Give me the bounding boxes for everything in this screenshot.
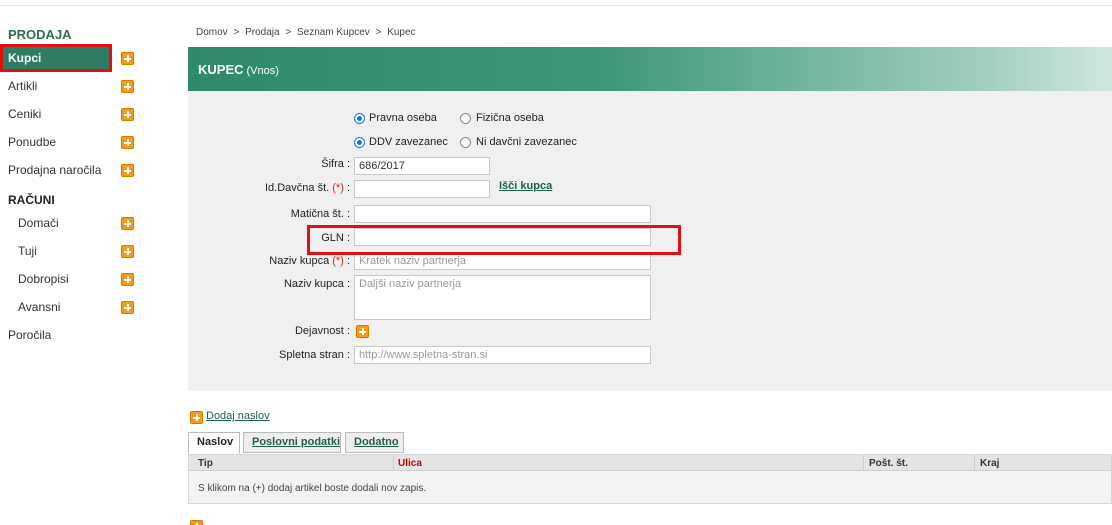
sidebar-item-domaci[interactable]: Domači <box>0 209 145 237</box>
column-kraj[interactable]: Kraj <box>980 458 999 469</box>
column-separator <box>393 455 394 471</box>
sidebar-item-prodajna-narocila[interactable]: Prodajna naročila <box>0 156 145 184</box>
page-title: KUPEC (Vnos) <box>198 62 279 77</box>
add-icon[interactable] <box>190 520 203 525</box>
sidebar-item-porocila[interactable]: Poročila <box>0 321 145 349</box>
sidebar-item-ponudbe[interactable]: Ponudbe <box>0 128 145 156</box>
sidebar-item-label: Avansni <box>18 300 61 314</box>
add-icon[interactable] <box>121 52 134 65</box>
breadcrumb-separator: > <box>233 27 240 38</box>
column-post-st[interactable]: Pošt. št. <box>869 458 908 469</box>
highlight-box <box>0 44 112 72</box>
page-header: KUPEC (Vnos) <box>188 47 1112 91</box>
radio-ddv-zavezanec[interactable] <box>354 137 365 148</box>
idddv-label: Id.Davčna št. (*) : <box>265 182 350 194</box>
sidebar-item-ceniki[interactable]: Ceniki <box>0 100 145 128</box>
radio-ni-davcni[interactable] <box>460 137 471 148</box>
naziv2-textarea[interactable]: Daljši naziv partnerja <box>354 275 651 320</box>
tab-poslovni-podatki[interactable]: Poslovni podatki <box>243 432 341 453</box>
table-header: Tip Ulica Pošt. št. Kraj <box>189 455 1111 471</box>
radio-fizicna-oseba[interactable] <box>460 113 471 124</box>
address-table: Tip Ulica Pošt. št. Kraj S klikom na (+)… <box>188 454 1112 504</box>
sidebar: PRODAJA Kupci Artikli Ceniki Ponudbe Pro… <box>0 20 145 349</box>
tab-dodatno[interactable]: Dodatno <box>345 432 404 453</box>
empty-table-message: S klikom na (+) dodaj artikel boste doda… <box>198 483 427 494</box>
idddv-label-wrap: Id.Davčna št. (*) : <box>188 182 350 200</box>
add-icon[interactable] <box>121 80 134 93</box>
sidebar-item-label: Dobropisi <box>18 272 69 286</box>
spletna-input[interactable]: http://www.spletna-stran.si <box>354 346 651 364</box>
add-icon[interactable] <box>121 301 134 314</box>
sidebar-item-dobropisi[interactable]: Dobropisi <box>0 265 145 293</box>
column-separator <box>863 455 864 471</box>
breadcrumb: Domov > Prodaja > Seznam Kupcev > Kupec <box>196 27 419 38</box>
naziv2-label: Naziv kupca : <box>283 278 350 290</box>
breadcrumb-prodaja[interactable]: Prodaja <box>245 27 279 38</box>
add-icon[interactable] <box>190 411 203 424</box>
breadcrumb-separator: > <box>375 27 382 38</box>
sifra-label: Šifra : <box>321 158 350 170</box>
add-icon[interactable] <box>121 273 134 286</box>
column-separator <box>974 455 975 471</box>
sidebar-item-label: Domači <box>18 216 59 230</box>
sidebar-item-label: Ponudbe <box>8 135 57 149</box>
sidebar-item-label: Tuji <box>18 244 37 258</box>
sidebar-item-tuji[interactable]: Tuji <box>0 237 145 265</box>
column-ulica[interactable]: Ulica <box>398 458 422 469</box>
breadcrumb-kupec: Kupec <box>387 27 416 38</box>
add-icon[interactable] <box>121 245 134 258</box>
sidebar-item-label: Poročila <box>8 328 52 342</box>
dejavnost-label: Dejavnost : <box>294 325 350 337</box>
isci-kupca-link[interactable]: Išči kupca <box>499 180 552 192</box>
tab-naslov[interactable]: Naslov <box>188 432 240 454</box>
naziv-label: Naziv kupca (*) : <box>269 255 350 267</box>
spletna-label: Spletna stran : <box>279 349 350 361</box>
top-border <box>0 0 1112 6</box>
add-dejavnost-icon[interactable] <box>356 325 369 338</box>
gln-highlight-box <box>307 225 681 255</box>
radio-ddv-label: DDV zavezanec <box>369 136 448 148</box>
sifra-label-wrap: Šifra : <box>188 158 350 176</box>
sidebar-item-kupci[interactable]: Kupci <box>0 44 145 72</box>
naziv2-label-wrap: Naziv kupca : <box>188 278 350 296</box>
page-subtitle: (Vnos) <box>246 65 279 77</box>
add-icon[interactable] <box>121 164 134 177</box>
sidebar-item-label: Artikli <box>8 79 38 93</box>
section-title-racuni: RAČUNI <box>8 193 55 207</box>
breadcrumb-domov[interactable]: Domov <box>196 27 228 38</box>
add-icon[interactable] <box>121 108 134 121</box>
column-tip[interactable]: Tip <box>198 458 213 469</box>
breadcrumb-separator: > <box>285 27 292 38</box>
breadcrumb-seznam-kupcev[interactable]: Seznam Kupcev <box>297 27 370 38</box>
maticna-label: Matična št. : <box>290 208 350 220</box>
sidebar-item-avansni[interactable]: Avansni <box>0 293 145 321</box>
add-address-link[interactable]: Dodaj naslov <box>206 410 270 422</box>
radio-pravna-label: Pravna oseba <box>369 112 437 124</box>
naziv-label-wrap: Naziv kupca (*) : <box>188 255 350 273</box>
maticna-input[interactable] <box>354 205 651 223</box>
add-icon[interactable] <box>121 136 134 149</box>
radio-fizicna-label: Fizična oseba <box>476 112 544 124</box>
add-icon[interactable] <box>121 217 134 230</box>
section-title-prodaja: PRODAJA <box>8 27 72 42</box>
idddv-input[interactable] <box>354 180 490 198</box>
sidebar-item-label: Ceniki <box>8 107 42 121</box>
maticna-label-wrap: Matična št. : <box>188 208 350 226</box>
page-title-text: KUPEC <box>198 62 244 77</box>
radio-ni-davcni-label: Ni davčni zavezanec <box>476 136 577 148</box>
sifra-input[interactable]: 686/2017 <box>354 157 490 175</box>
spletna-label-wrap: Spletna stran : <box>188 349 350 367</box>
radio-pravna-oseba[interactable] <box>354 113 365 124</box>
dejavnost-label-wrap: Dejavnost : <box>188 325 350 343</box>
sidebar-item-label: Prodajna naročila <box>8 163 102 177</box>
sidebar-item-artikli[interactable]: Artikli <box>0 72 145 100</box>
